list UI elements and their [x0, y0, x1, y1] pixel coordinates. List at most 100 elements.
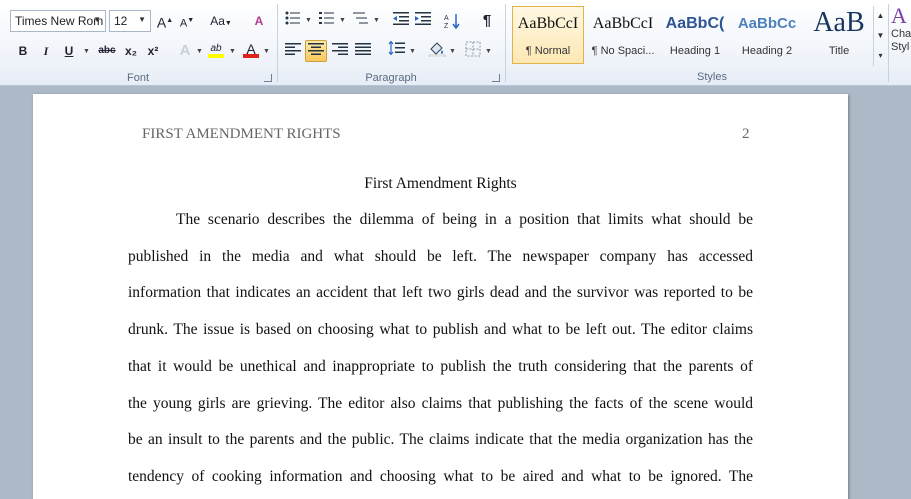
grow-font-button[interactable]: A▲ — [154, 10, 176, 32]
document-page[interactable]: FIRST AMENDMENT RIGHTS 2 First Amendment… — [33, 94, 848, 499]
superscript-icon: x² — [147, 44, 159, 58]
increase-indent-button[interactable] — [412, 10, 434, 32]
underline-dropdown-arrow[interactable]: ▼ — [83, 48, 90, 55]
style-title[interactable]: AaB Title — [803, 6, 875, 64]
shading-dropdown-arrow[interactable]: ▼ — [449, 48, 456, 55]
font-size-value: 12 — [114, 14, 128, 28]
font-color-button[interactable]: A — [240, 38, 262, 60]
numbering-icon — [319, 12, 334, 24]
bullets-button[interactable] — [282, 10, 304, 32]
paragraph-dialog-launcher[interactable] — [492, 74, 500, 82]
body-line: published in the media and what should b… — [128, 248, 753, 265]
svg-text:A: A — [444, 15, 449, 22]
shading-icon — [428, 42, 446, 58]
style-normal[interactable]: AaBbCcI ¶ Normal — [512, 6, 584, 64]
style-heading-2[interactable]: AaBbCc Heading 2 — [731, 6, 803, 64]
align-left-button[interactable] — [282, 40, 304, 62]
justify-icon — [355, 43, 371, 55]
style-no-spacing[interactable]: AaBbCcI ¶ No Spaci... — [587, 6, 659, 64]
scroll-up-icon[interactable]: ▲ — [874, 6, 887, 26]
text-effects-icon: A — [179, 42, 191, 59]
underline-icon: U — [64, 44, 74, 58]
align-center-button[interactable] — [305, 40, 327, 62]
bullets-dropdown-arrow[interactable]: ▼ — [305, 17, 312, 24]
page-number: 2 — [742, 126, 750, 142]
document-canvas[interactable]: FIRST AMENDMENT RIGHTS 2 First Amendment… — [0, 86, 911, 499]
line-spacing-dropdown-arrow[interactable]: ▼ — [409, 48, 416, 55]
pilcrow-icon: ¶ — [482, 12, 492, 29]
change-styles-icon: A — [891, 4, 907, 28]
style-sample: AaBbC( — [665, 15, 725, 32]
borders-icon — [465, 41, 481, 57]
borders-button[interactable] — [462, 40, 484, 62]
chevron-down-icon: ▼ — [138, 15, 146, 24]
styles-gallery: AaBbCcI ¶ Normal AaBbCcI ¶ No Spaci... A… — [510, 6, 876, 66]
borders-dropdown-arrow[interactable]: ▼ — [485, 48, 492, 55]
text-effects-button[interactable]: A — [174, 40, 196, 62]
bold-button[interactable]: B — [12, 40, 34, 62]
justify-button[interactable] — [352, 40, 374, 62]
highlight-color-bar — [208, 54, 224, 58]
highlight-icon: ab — [210, 43, 222, 54]
numbering-dropdown-arrow[interactable]: ▼ — [339, 17, 346, 24]
align-left-icon — [285, 43, 301, 55]
numbering-button[interactable] — [316, 10, 338, 32]
styles-gallery-scroller[interactable]: ▲ ▼ ▾ — [873, 6, 887, 66]
align-right-button[interactable] — [329, 40, 351, 62]
show-formatting-button[interactable]: ¶ — [476, 10, 498, 32]
multilevel-list-icon — [353, 12, 368, 24]
change-styles-button[interactable]: A Cha Styl — [891, 4, 911, 70]
more-styles-icon[interactable]: ▾ — [874, 46, 887, 66]
highlight-dropdown-arrow[interactable]: ▼ — [229, 48, 236, 55]
line-spacing-button[interactable] — [386, 40, 408, 62]
underline-button[interactable]: U — [58, 40, 80, 62]
scroll-down-icon[interactable]: ▼ — [874, 26, 887, 46]
svg-text:Z: Z — [444, 23, 449, 29]
group-divider — [888, 4, 889, 82]
subscript-icon: x₂ — [124, 44, 137, 58]
subscript-button[interactable]: x₂ — [120, 40, 142, 62]
multilevel-list-button[interactable] — [350, 10, 372, 32]
shading-button[interactable] — [426, 40, 448, 62]
style-heading-1[interactable]: AaBbC( Heading 1 — [659, 6, 731, 64]
align-center-icon — [308, 43, 324, 55]
font-color-dropdown-arrow[interactable]: ▼ — [263, 48, 270, 55]
highlight-button[interactable]: ab — [205, 38, 227, 60]
style-name: Heading 1 — [669, 45, 721, 57]
font-color-bar — [243, 54, 259, 58]
group-divider — [505, 4, 506, 82]
italic-icon: I — [43, 44, 49, 58]
italic-button[interactable]: I — [35, 40, 57, 62]
shrink-font-button[interactable]: A▼ — [176, 10, 198, 32]
strikethrough-icon: abc — [98, 45, 116, 56]
font-group: Times New Rom ▼ 12 ▼ A▲ A▼ Aa▼ A B I U ▼ — [0, 0, 276, 86]
change-styles-label: Cha Styl — [891, 28, 911, 53]
font-name-dropdown[interactable]: Times New Rom ▼ — [10, 10, 106, 32]
bullets-icon — [285, 11, 300, 25]
font-dialog-launcher[interactable] — [264, 74, 272, 82]
text-effects-dropdown-arrow[interactable]: ▼ — [196, 48, 203, 55]
ribbon: Times New Rom ▼ 12 ▼ A▲ A▼ Aa▼ A B I U ▼ — [0, 0, 911, 86]
multilevel-dropdown-arrow[interactable]: ▼ — [373, 17, 380, 24]
style-name: Title — [828, 45, 850, 57]
decrease-indent-button[interactable] — [390, 10, 412, 32]
strikethrough-button[interactable]: abc — [94, 40, 120, 62]
clear-formatting-button[interactable]: A — [248, 10, 270, 32]
clear-formatting-icon: A — [254, 14, 264, 28]
sort-icon: AZ — [444, 14, 460, 30]
decrease-indent-icon — [393, 12, 409, 25]
font-size-dropdown[interactable]: 12 ▼ — [109, 10, 151, 32]
body-line: information that indicates an accident t… — [128, 284, 753, 301]
chevron-down-icon: ▼ — [93, 15, 101, 24]
grow-font-icon: A — [156, 14, 167, 31]
font-group-label: Font — [126, 72, 149, 84]
style-sample: AaB — [813, 7, 865, 38]
body-line: The scenario describes the dilemma of be… — [176, 211, 753, 228]
style-name: Heading 2 — [741, 45, 793, 57]
superscript-button[interactable]: x² — [142, 40, 164, 62]
change-case-button[interactable]: Aa▼ — [206, 10, 236, 32]
body-line: tendency of cooking information and choo… — [128, 468, 753, 485]
sort-button[interactable]: AZ — [442, 10, 464, 32]
body-line: be an insult to the parents and the publ… — [128, 431, 753, 448]
paragraph-group-label: Paragraph — [365, 72, 417, 84]
